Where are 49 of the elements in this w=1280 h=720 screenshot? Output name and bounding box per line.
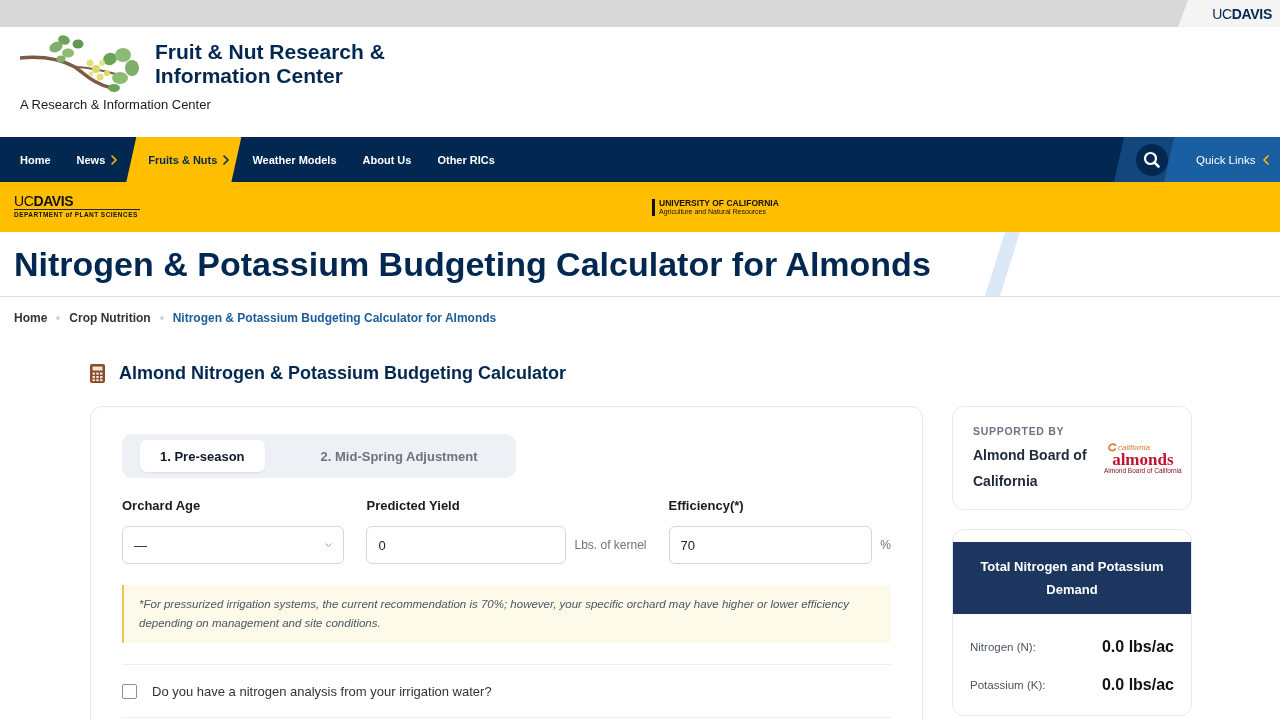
- checkbox[interactable]: [122, 683, 137, 699]
- swirl-icon: [1108, 443, 1117, 452]
- total-value: 0.0 lbs/ac: [1101, 638, 1174, 656]
- chevron-right-icon: [223, 154, 230, 165]
- step-tab[interactable]: 2. Mid-Spring Adjustment: [300, 440, 498, 472]
- department-logo-wordmark: UCDAVIS: [14, 195, 74, 208]
- leafy-branch-icon: [20, 35, 140, 93]
- logo-script-text: california: [1118, 443, 1150, 452]
- nav-link[interactable]: Home: [0, 137, 64, 182]
- chevron-right-icon: [111, 154, 118, 165]
- search-icon: [1136, 143, 1168, 176]
- nav-link[interactable]: Other RICs: [424, 137, 508, 182]
- university-logo-link[interactable]: UCDAVIS: [1178, 0, 1280, 27]
- site-title: Fruit & Nut Research & Information Center: [155, 40, 386, 88]
- total-label: Nitrogen (N):: [970, 641, 1036, 653]
- page-title: Nitrogen & Potassium Budgeting Calculator for Almonds: [13, 244, 931, 284]
- number-input[interactable]: 0: [366, 526, 567, 564]
- calculator-heading: Almond Nitrogen & Potassium Budgeting Calculator: [119, 362, 567, 385]
- nav-link[interactable]: Weather Models: [239, 137, 350, 182]
- separator-dot-icon: [56, 315, 61, 320]
- chevron-left-icon: [1263, 154, 1270, 165]
- nav-link[interactable]: Fruits & Nuts: [126, 137, 242, 182]
- calculator-icon: [90, 363, 105, 383]
- sponsor-caption: SUPPORTED BY: [973, 424, 1065, 438]
- field-label: Predicted Yield: [366, 498, 460, 514]
- select-field[interactable]: —: [122, 526, 345, 564]
- logo-wordmark: almonds: [1112, 452, 1174, 467]
- efficiency-note: *For pressurized irrigation systems, the current recommendation is 70%; however, your specific orchard may have higher or lower efficiency depending on management and site conditions.: [122, 585, 891, 643]
- separator-dot-icon: [159, 315, 164, 320]
- total-value: 0.0 lbs/ac: [1101, 676, 1174, 694]
- logo-bar-icon: [652, 198, 655, 216]
- breadcrumb-link[interactable]: Crop Nutrition: [69, 310, 151, 325]
- nav-link[interactable]: About Us: [349, 137, 425, 182]
- quick-links-button[interactable]: Quick Links: [1164, 137, 1280, 182]
- breadcrumb-link[interactable]: Home: [14, 310, 48, 325]
- sponsor-name: Almond Board of California: [973, 446, 1088, 491]
- totals-header: Total Nitrogen and Potassium Demand: [953, 542, 1191, 614]
- field-label: Efficiency(*): [668, 498, 744, 514]
- total-label: Potassium (K):: [970, 679, 1046, 691]
- unit-label: Lbs. of kernel: [574, 538, 647, 552]
- checkbox-label: Do you have a nitrogen analysis from your irrigation water?: [152, 683, 492, 699]
- chevron-down-icon: [325, 543, 333, 547]
- number-input[interactable]: 70: [668, 526, 873, 564]
- step-tab[interactable]: 1. Pre-season: [140, 440, 265, 472]
- breadcrumb-link[interactable]: Nitrogen & Potassium Budgeting Calculator for Almonds: [172, 310, 497, 325]
- unit-label: %: [880, 538, 891, 552]
- partner-logo-title: UNIVERSITY OF CALIFORNIA: [659, 198, 779, 208]
- site-tagline: A Research & Information Center: [20, 97, 211, 113]
- field-label: Orchard Age: [122, 498, 201, 514]
